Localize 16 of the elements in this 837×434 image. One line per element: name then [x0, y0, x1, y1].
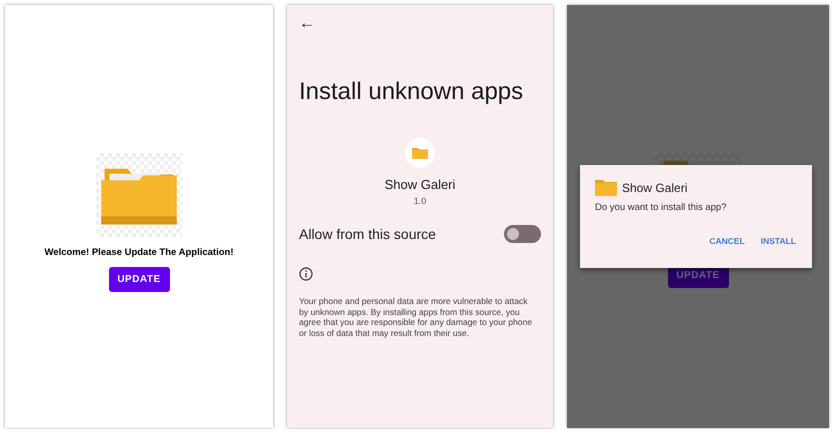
dialog-title: Show Galeri [622, 180, 688, 194]
dialog-button[interactable]: CANCEL [709, 236, 745, 246]
setting-label: Allow from this source [299, 226, 436, 242]
toggle-switch[interactable] [504, 225, 541, 243]
dialog-message: Do you want to install this app? [595, 202, 728, 213]
app-name: Show Galeri [384, 177, 456, 192]
folder-icon [595, 179, 617, 196]
welcome-message: Welcome! Please Update The Application! [44, 247, 234, 258]
page-title: Install unknown apps [299, 78, 524, 106]
dialog-button[interactable]: INSTALL [760, 236, 796, 246]
app-version: 1.0 [414, 196, 426, 206]
back-button[interactable]: ← [299, 15, 319, 33]
warning-text: Your phone and personal data are more vulnerable to attack by unknown apps. By installing apps from this source, you agree that you are responsible for any damage to your phone or loss of data that may result from their use. [299, 296, 534, 338]
update-button[interactable]: UPDATE [108, 267, 170, 292]
app-icon [405, 138, 435, 168]
info-icon [299, 267, 313, 281]
